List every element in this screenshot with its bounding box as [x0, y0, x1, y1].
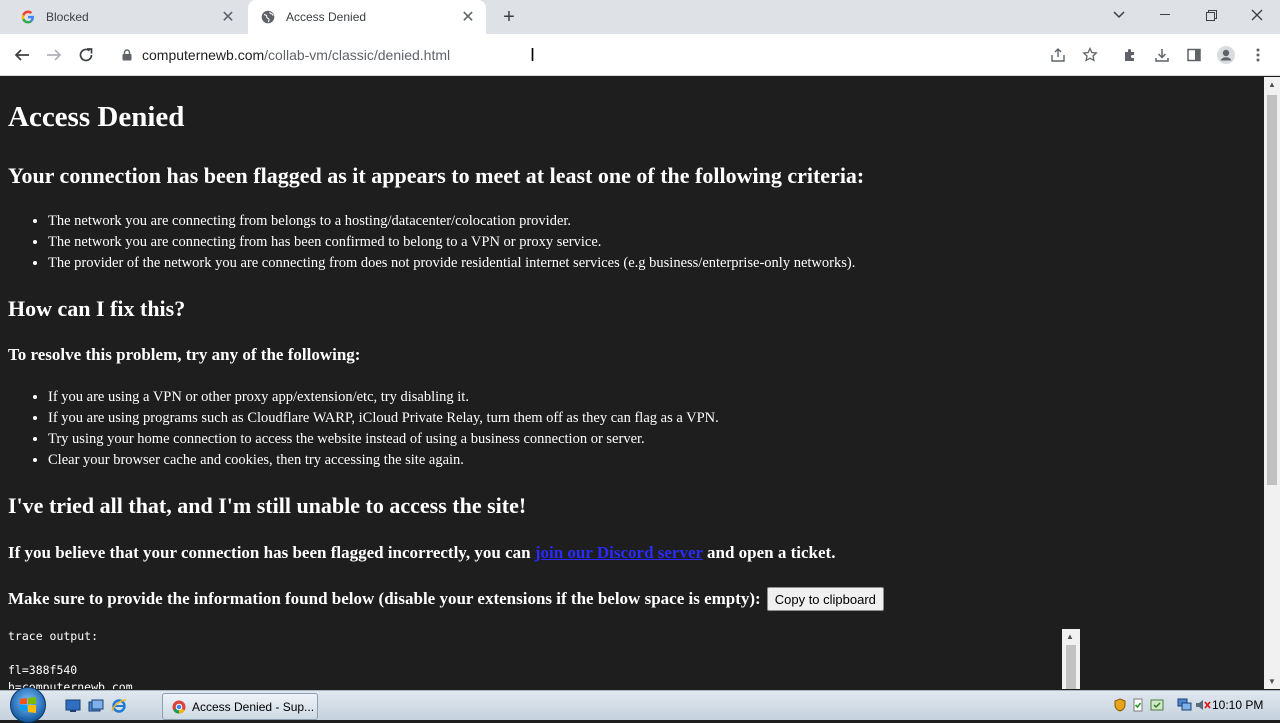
taskbar: Access Denied - Sup... 10:10 PM — [0, 687, 1280, 723]
trace-scrollbar[interactable]: ▲ — [1062, 629, 1080, 689]
task-button-label: Access Denied - Sup... — [192, 699, 315, 714]
trace-scroll-thumb[interactable] — [1066, 645, 1076, 689]
fixes-list: If you are using a VPN or other proxy ap… — [8, 387, 719, 471]
list-item: If you are using programs such as Cloudf… — [48, 408, 719, 429]
trace-line: fl=388f540 — [8, 663, 78, 677]
tab-title: Access Denied — [286, 10, 367, 24]
minimize-button[interactable] — [1142, 0, 1188, 30]
star-icon — [1082, 47, 1098, 62]
tab-blocked[interactable]: Blocked ✕ — [8, 0, 246, 34]
list-item: The network you are connecting from belo… — [48, 211, 855, 232]
restore-button[interactable] — [1188, 0, 1234, 30]
page-scroll-thumb[interactable] — [1267, 95, 1277, 485]
update-tray-icon[interactable] — [1149, 697, 1165, 713]
extensions-button[interactable] — [1117, 42, 1143, 68]
trace-line: trace output: — [8, 629, 99, 643]
trace-line: h=computernewb.com — [8, 680, 133, 689]
window-switcher-quicklaunch[interactable] — [87, 697, 105, 715]
provide-text: Make sure to provide the information fou… — [8, 589, 761, 608]
side-panel-button[interactable] — [1181, 42, 1207, 68]
download-icon — [1155, 49, 1169, 62]
page-scrollbar[interactable]: ▲ ▼ — [1264, 77, 1280, 689]
url-text: computernewb.com/collab-vm/classic/denie… — [142, 47, 450, 63]
side-panel-icon — [1187, 48, 1201, 62]
action-center-tray-icon[interactable] — [1130, 697, 1146, 713]
internet-explorer-icon — [111, 699, 127, 713]
show-desktop-quicklaunch[interactable] — [64, 697, 82, 715]
tab-strip: Blocked ✕ Access Denied ✕ + — [0, 0, 1280, 34]
trace-line — [8, 645, 1080, 662]
new-tab-button[interactable]: + — [498, 6, 520, 28]
start-button[interactable] — [10, 687, 46, 723]
flag-heading: Your connection has been flagged as it a… — [8, 163, 865, 188]
list-item: The network you are connecting from has … — [48, 232, 855, 253]
desktop-icon — [65, 699, 81, 712]
security-shield-tray-icon[interactable] — [1112, 697, 1128, 713]
incorrect-prefix: If you believe that your connection has … — [8, 543, 531, 562]
taskbar-chrome-window[interactable]: Access Denied - Sup... — [162, 693, 318, 720]
browser-toolbar: computernewb.com/collab-vm/classic/denie… — [0, 34, 1280, 76]
internet-explorer-quicklaunch[interactable] — [110, 697, 128, 715]
puzzle-icon — [1125, 49, 1134, 61]
incorrect-flag-text: If you believe that your connection has … — [8, 543, 835, 563]
close-tab-icon[interactable]: ✕ — [458, 7, 478, 27]
tab-title: Blocked — [46, 10, 89, 24]
scroll-up-icon[interactable]: ▲ — [1268, 80, 1276, 89]
downloads-button[interactable] — [1149, 42, 1175, 68]
share-button[interactable] — [1045, 42, 1071, 68]
provide-info-line: Make sure to provide the information fou… — [8, 587, 884, 611]
network-tray-icon[interactable] — [1177, 697, 1193, 713]
avatar-icon — [1217, 46, 1235, 64]
url-path: /collab-vm/classic/denied.html — [264, 47, 451, 63]
chevron-down-icon — [1113, 11, 1125, 19]
list-item: Clear your browser cache and cookies, th… — [48, 450, 719, 471]
list-item: If you are using a VPN or other proxy ap… — [48, 387, 719, 408]
page-content: Access Denied Your connection has been f… — [0, 77, 1264, 689]
bookmark-button[interactable] — [1077, 42, 1103, 68]
menu-button[interactable] — [1245, 42, 1271, 68]
lock-icon[interactable] — [120, 49, 134, 61]
still-heading: I've tried all that, and I'm still unabl… — [8, 493, 527, 518]
text-cursor-icon: I — [530, 45, 536, 65]
incorrect-suffix: and open a ticket. — [707, 543, 836, 562]
list-item: Try using your home connection to access… — [48, 429, 719, 450]
tab-access-denied[interactable]: Access Denied ✕ — [248, 0, 486, 34]
forward-arrow-icon — [47, 49, 62, 61]
more-vert-icon — [1256, 48, 1260, 62]
scroll-up-icon[interactable]: ▲ — [1066, 632, 1074, 641]
reload-icon — [79, 48, 93, 62]
trace-output-box[interactable]: trace output: fl=388f540 h=computernewb.… — [8, 628, 1080, 689]
page-title: Access Denied — [8, 101, 185, 133]
url-host: computernewb.com — [142, 47, 265, 63]
taskbar-clock[interactable]: 10:10 PM — [1212, 698, 1263, 712]
google-icon — [20, 9, 36, 25]
discord-link[interactable]: join our Discord server — [535, 543, 703, 562]
back-button[interactable] — [7, 40, 37, 70]
copy-to-clipboard-button[interactable]: Copy to clipboard — [766, 587, 884, 611]
reload-button[interactable] — [71, 40, 101, 70]
windows-logo-icon — [20, 697, 36, 713]
switch-windows-icon — [88, 699, 104, 712]
back-arrow-icon — [14, 49, 29, 61]
address-bar[interactable]: computernewb.com/collab-vm/classic/denie… — [110, 39, 1110, 71]
list-item: The provider of the network you are conn… — [48, 253, 855, 274]
volume-muted-tray-icon[interactable] — [1195, 697, 1211, 713]
share-icon — [1051, 48, 1065, 62]
profile-button[interactable] — [1213, 42, 1239, 68]
restore-icon — [1205, 9, 1217, 21]
criteria-list: The network you are connecting from belo… — [8, 211, 855, 274]
minimize-icon — [1160, 14, 1170, 15]
resolve-heading: To resolve this problem, try any of the … — [8, 345, 361, 364]
chrome-icon — [171, 699, 187, 715]
tab-search-button[interactable] — [1096, 0, 1142, 30]
fix-heading: How can I fix this? — [8, 296, 186, 321]
forward-button[interactable] — [39, 40, 69, 70]
close-window-button[interactable] — [1234, 0, 1280, 30]
close-tab-icon[interactable]: ✕ — [218, 7, 238, 27]
scroll-down-icon[interactable]: ▼ — [1268, 677, 1276, 686]
globe-icon — [260, 9, 276, 25]
close-icon — [1251, 9, 1263, 21]
